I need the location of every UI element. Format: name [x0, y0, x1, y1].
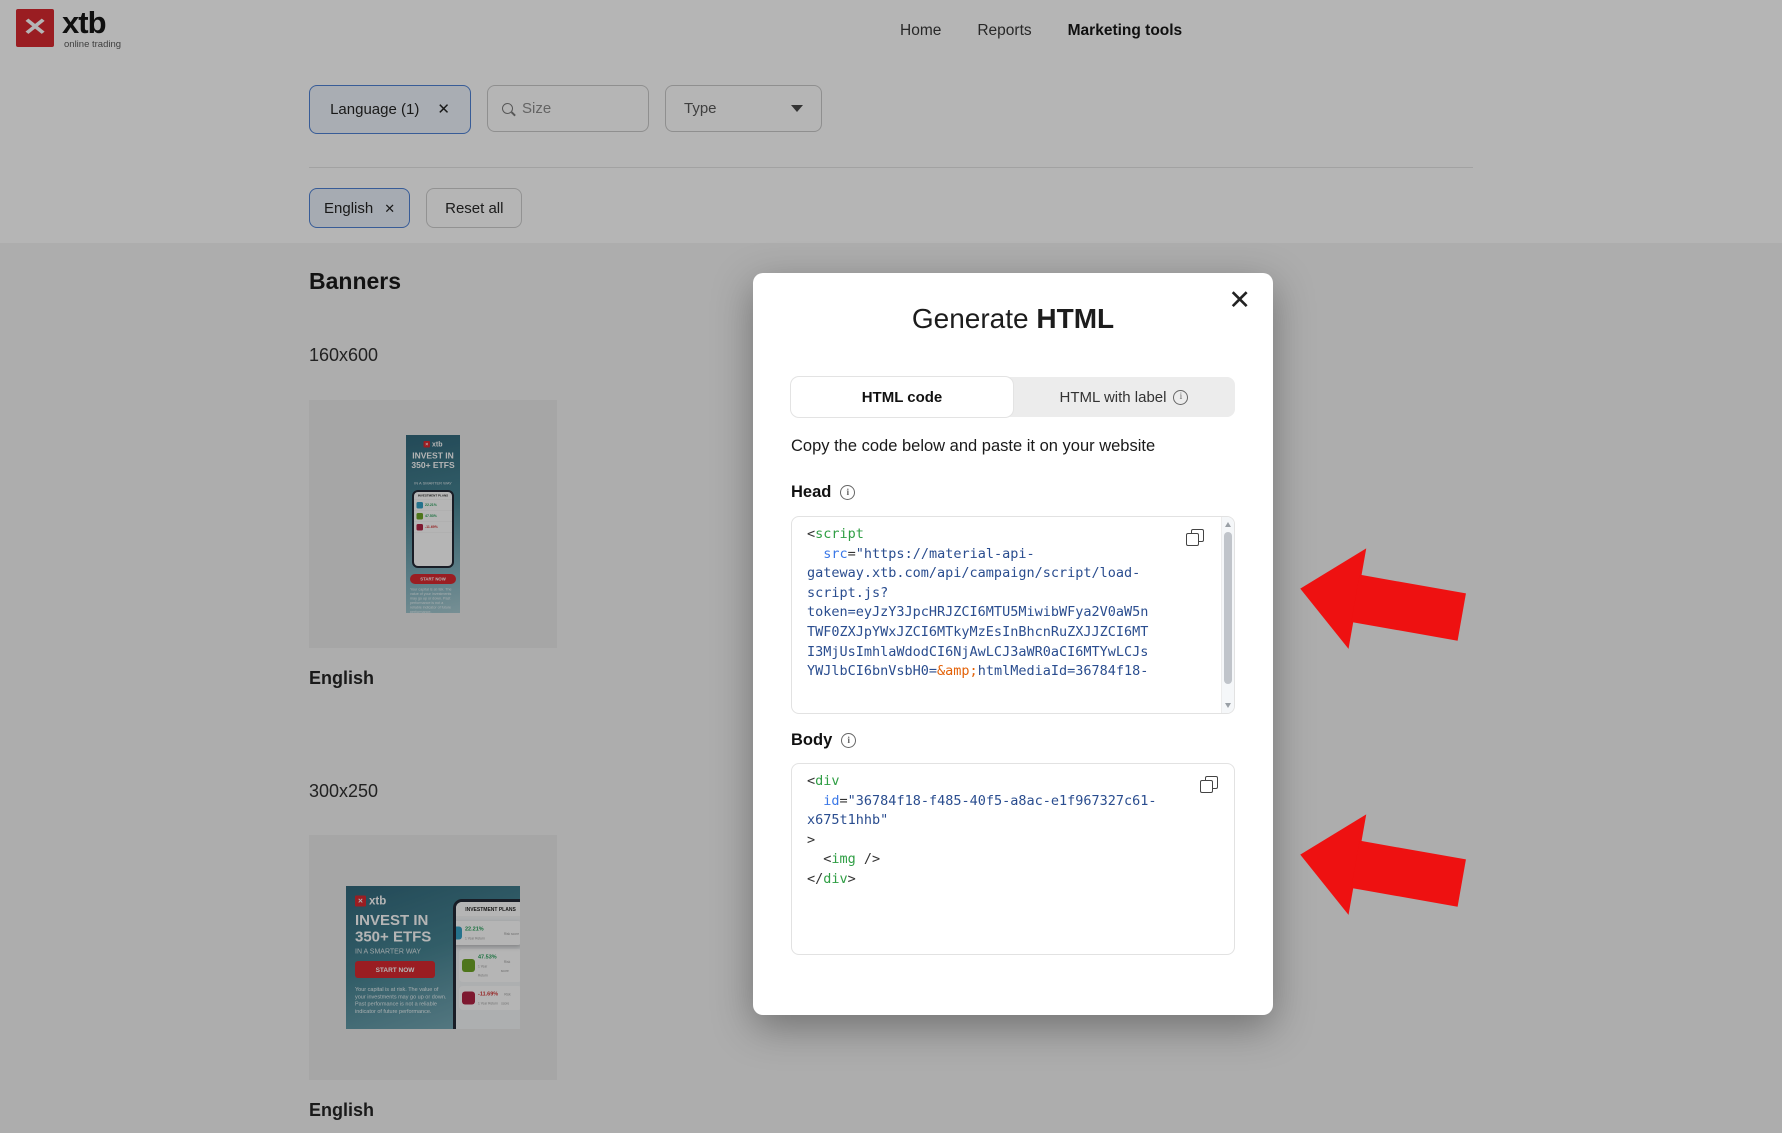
body-info-icon[interactable]: i — [841, 733, 856, 748]
info-icon[interactable]: i — [1173, 390, 1188, 405]
head-code-text: <script src="https://material-api- gatew… — [807, 525, 1148, 682]
app-root: ✕ xtb online trading Home Reports Market… — [0, 0, 1782, 1133]
modal-title: Generate HTML — [753, 303, 1273, 335]
copy-icon[interactable] — [1200, 776, 1218, 794]
scrollbar-thumb[interactable] — [1224, 532, 1232, 684]
body-label-text: Body — [791, 731, 832, 750]
scrollbar-down-icon[interactable] — [1222, 699, 1234, 712]
head-label-text: Head — [791, 483, 831, 502]
modal-title-bold: HTML — [1036, 303, 1114, 334]
head-code-scrollbar[interactable] — [1221, 517, 1234, 713]
head-info-icon[interactable]: i — [840, 485, 855, 500]
head-code-block: <script src="https://material-api- gatew… — [791, 516, 1235, 714]
modal-title-regular: Generate — [912, 303, 1037, 334]
body-code-block: <div id="36784f18-f485-40f5-a8ac-e1f9673… — [791, 763, 1235, 955]
modal-tabs: HTML code HTML with label i — [791, 377, 1235, 417]
tab-html-code[interactable]: HTML code — [791, 377, 1013, 417]
head-section-label: Head i — [791, 483, 855, 502]
body-code-text: <div id="36784f18-f485-40f5-a8ac-e1f9673… — [807, 772, 1157, 890]
scrollbar-up-icon[interactable] — [1222, 518, 1234, 531]
generate-html-modal: ✕ Generate HTML HTML code HTML with labe… — [753, 273, 1273, 1015]
modal-instruction: Copy the code below and paste it on your… — [791, 437, 1155, 456]
copy-icon[interactable] — [1186, 529, 1204, 547]
tab-html-with-label[interactable]: HTML with label i — [1013, 377, 1235, 417]
tab-html-code-label: HTML code — [862, 389, 943, 406]
tab-html-with-label-label: HTML with label — [1060, 389, 1167, 406]
body-section-label: Body i — [791, 731, 856, 750]
